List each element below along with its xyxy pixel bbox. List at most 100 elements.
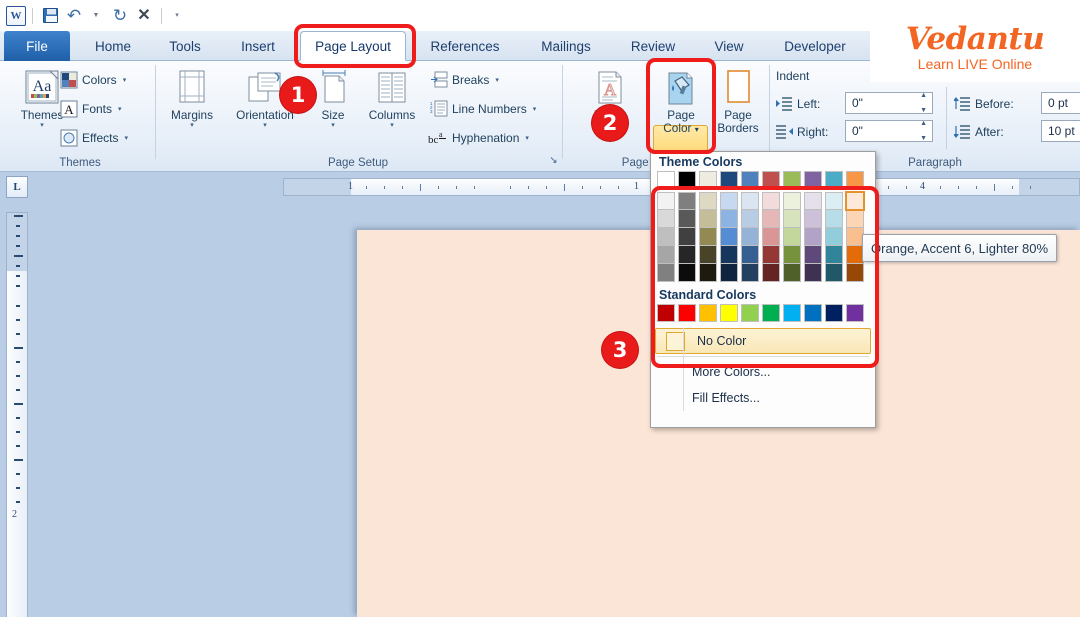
swatch-standard-2[interactable] bbox=[699, 304, 717, 322]
indent-left-input[interactable]: 0" ▲ ▼ bbox=[845, 92, 933, 114]
swatch-variant-7-3[interactable] bbox=[804, 246, 822, 264]
swatch-variant-5-0[interactable] bbox=[762, 192, 780, 210]
tab-stop-selector[interactable]: L bbox=[6, 176, 28, 198]
swatch-variant-2-1[interactable] bbox=[699, 210, 717, 228]
customize-qat-icon[interactable]: ▾ bbox=[166, 5, 188, 27]
swatch-variant-4-0[interactable] bbox=[741, 192, 759, 210]
undo-icon[interactable]: ↶ bbox=[63, 5, 85, 27]
tab-developer[interactable]: Developer bbox=[765, 31, 865, 61]
tab-page-layout[interactable]: Page Layout bbox=[300, 31, 406, 61]
swatch-variant-3-0[interactable] bbox=[720, 192, 738, 210]
swatch-theme-4[interactable] bbox=[741, 171, 759, 189]
swatch-theme-7[interactable] bbox=[804, 171, 822, 189]
save-icon[interactable] bbox=[39, 5, 61, 27]
spacing-after-input[interactable]: 10 pt bbox=[1041, 120, 1080, 142]
swatch-variant-5-4[interactable] bbox=[762, 264, 780, 282]
swatch-theme-5[interactable] bbox=[762, 171, 780, 189]
swatch-variant-4-1[interactable] bbox=[741, 210, 759, 228]
theme-effects-button[interactable]: Effects ▾ bbox=[60, 129, 128, 147]
swatch-theme-9[interactable] bbox=[846, 171, 864, 189]
tab-insert[interactable]: Insert bbox=[223, 31, 293, 61]
swatch-variant-2-3[interactable] bbox=[699, 246, 717, 264]
swatch-variant-3-3[interactable] bbox=[720, 246, 738, 264]
tab-tools[interactable]: Tools bbox=[152, 31, 218, 61]
swatch-variant-0-2[interactable] bbox=[657, 228, 675, 246]
swatch-variant-1-4[interactable] bbox=[678, 264, 696, 282]
swatch-variant-9-0-selected[interactable] bbox=[846, 192, 864, 210]
swatch-variant-8-1[interactable] bbox=[825, 210, 843, 228]
swatch-variant-3-2[interactable] bbox=[720, 228, 738, 246]
swatch-variant-2-2[interactable] bbox=[699, 228, 717, 246]
swatch-standard-8[interactable] bbox=[825, 304, 843, 322]
swatch-variant-4-2[interactable] bbox=[741, 228, 759, 246]
swatch-variant-3-4[interactable] bbox=[720, 264, 738, 282]
swatch-standard-1[interactable] bbox=[678, 304, 696, 322]
tab-view[interactable]: View bbox=[700, 31, 758, 61]
tab-file[interactable]: File bbox=[4, 31, 70, 61]
swatch-variant-9-1[interactable] bbox=[846, 210, 864, 228]
tab-mailings[interactable]: Mailings bbox=[521, 31, 611, 61]
page-borders-button[interactable]: Page Borders bbox=[711, 69, 765, 135]
indent-left-spinner-up[interactable]: ▲ bbox=[920, 92, 927, 99]
size-button[interactable]: Size ▾ bbox=[311, 69, 355, 128]
swatch-standard-0[interactable] bbox=[657, 304, 675, 322]
swatch-variant-8-2[interactable] bbox=[825, 228, 843, 246]
swatch-theme-1[interactable] bbox=[678, 171, 696, 189]
swatch-variant-2-4[interactable] bbox=[699, 264, 717, 282]
swatch-theme-2[interactable] bbox=[699, 171, 717, 189]
indent-right-input[interactable]: 0" ▲ ▼ bbox=[845, 120, 933, 142]
close-icon[interactable]: ✕ bbox=[133, 5, 155, 27]
tab-references[interactable]: References bbox=[415, 31, 515, 61]
swatch-variant-6-2[interactable] bbox=[783, 228, 801, 246]
swatch-variant-0-4[interactable] bbox=[657, 264, 675, 282]
swatch-variant-7-2[interactable] bbox=[804, 228, 822, 246]
swatch-variant-0-3[interactable] bbox=[657, 246, 675, 264]
more-colors-menu-item[interactable]: More Colors... bbox=[651, 359, 875, 385]
swatch-standard-7[interactable] bbox=[804, 304, 822, 322]
indent-right-spinner-down[interactable]: ▼ bbox=[920, 135, 927, 142]
vertical-ruler[interactable]: 2 bbox=[6, 212, 28, 617]
indent-right-spinner-up[interactable]: ▲ bbox=[920, 120, 927, 127]
hyphenation-button[interactable]: bc a Hyphenation ▾ bbox=[428, 129, 529, 147]
swatch-theme-6[interactable] bbox=[783, 171, 801, 189]
swatch-variant-8-3[interactable] bbox=[825, 246, 843, 264]
swatch-variant-6-1[interactable] bbox=[783, 210, 801, 228]
swatch-variant-4-3[interactable] bbox=[741, 246, 759, 264]
indent-left-spinner-down[interactable]: ▼ bbox=[920, 107, 927, 114]
swatch-variant-7-1[interactable] bbox=[804, 210, 822, 228]
theme-colors-button[interactable]: Colors ▾ bbox=[60, 71, 126, 89]
margins-button[interactable]: Margins ▾ bbox=[163, 69, 221, 128]
swatch-variant-2-0[interactable] bbox=[699, 192, 717, 210]
swatch-variant-1-2[interactable] bbox=[678, 228, 696, 246]
swatch-variant-1-3[interactable] bbox=[678, 246, 696, 264]
swatch-variant-5-1[interactable] bbox=[762, 210, 780, 228]
swatch-variant-8-4[interactable] bbox=[825, 264, 843, 282]
swatch-standard-4[interactable] bbox=[741, 304, 759, 322]
swatch-theme-3[interactable] bbox=[720, 171, 738, 189]
swatch-theme-0[interactable] bbox=[657, 171, 675, 189]
fill-effects-menu-item[interactable]: Fill Effects... bbox=[651, 385, 875, 411]
spacing-before-input[interactable]: 0 pt bbox=[1041, 92, 1080, 114]
swatch-variant-6-0[interactable] bbox=[783, 192, 801, 210]
swatch-variant-6-3[interactable] bbox=[783, 246, 801, 264]
swatch-variant-7-4[interactable] bbox=[804, 264, 822, 282]
swatch-standard-5[interactable] bbox=[762, 304, 780, 322]
swatch-variant-6-4[interactable] bbox=[783, 264, 801, 282]
line-numbers-button[interactable]: 123 Line Numbers ▾ bbox=[430, 100, 536, 118]
redo-icon[interactable]: ↻ bbox=[109, 5, 131, 27]
swatch-standard-6[interactable] bbox=[783, 304, 801, 322]
swatch-variant-7-0[interactable] bbox=[804, 192, 822, 210]
swatch-variant-4-4[interactable] bbox=[741, 264, 759, 282]
no-color-menu-item[interactable]: No Color bbox=[655, 328, 871, 354]
swatch-variant-1-1[interactable] bbox=[678, 210, 696, 228]
swatch-standard-3[interactable] bbox=[720, 304, 738, 322]
swatch-variant-9-4[interactable] bbox=[846, 264, 864, 282]
swatch-theme-8[interactable] bbox=[825, 171, 843, 189]
swatch-variant-5-3[interactable] bbox=[762, 246, 780, 264]
theme-fonts-button[interactable]: A Fonts ▾ bbox=[60, 100, 122, 118]
undo-dropdown-caret-icon[interactable]: ▼ bbox=[85, 5, 107, 27]
swatch-variant-1-0[interactable] bbox=[678, 192, 696, 210]
word-logo-icon[interactable]: W bbox=[6, 6, 26, 26]
swatch-variant-5-2[interactable] bbox=[762, 228, 780, 246]
columns-button[interactable]: Columns ▾ bbox=[358, 69, 426, 128]
